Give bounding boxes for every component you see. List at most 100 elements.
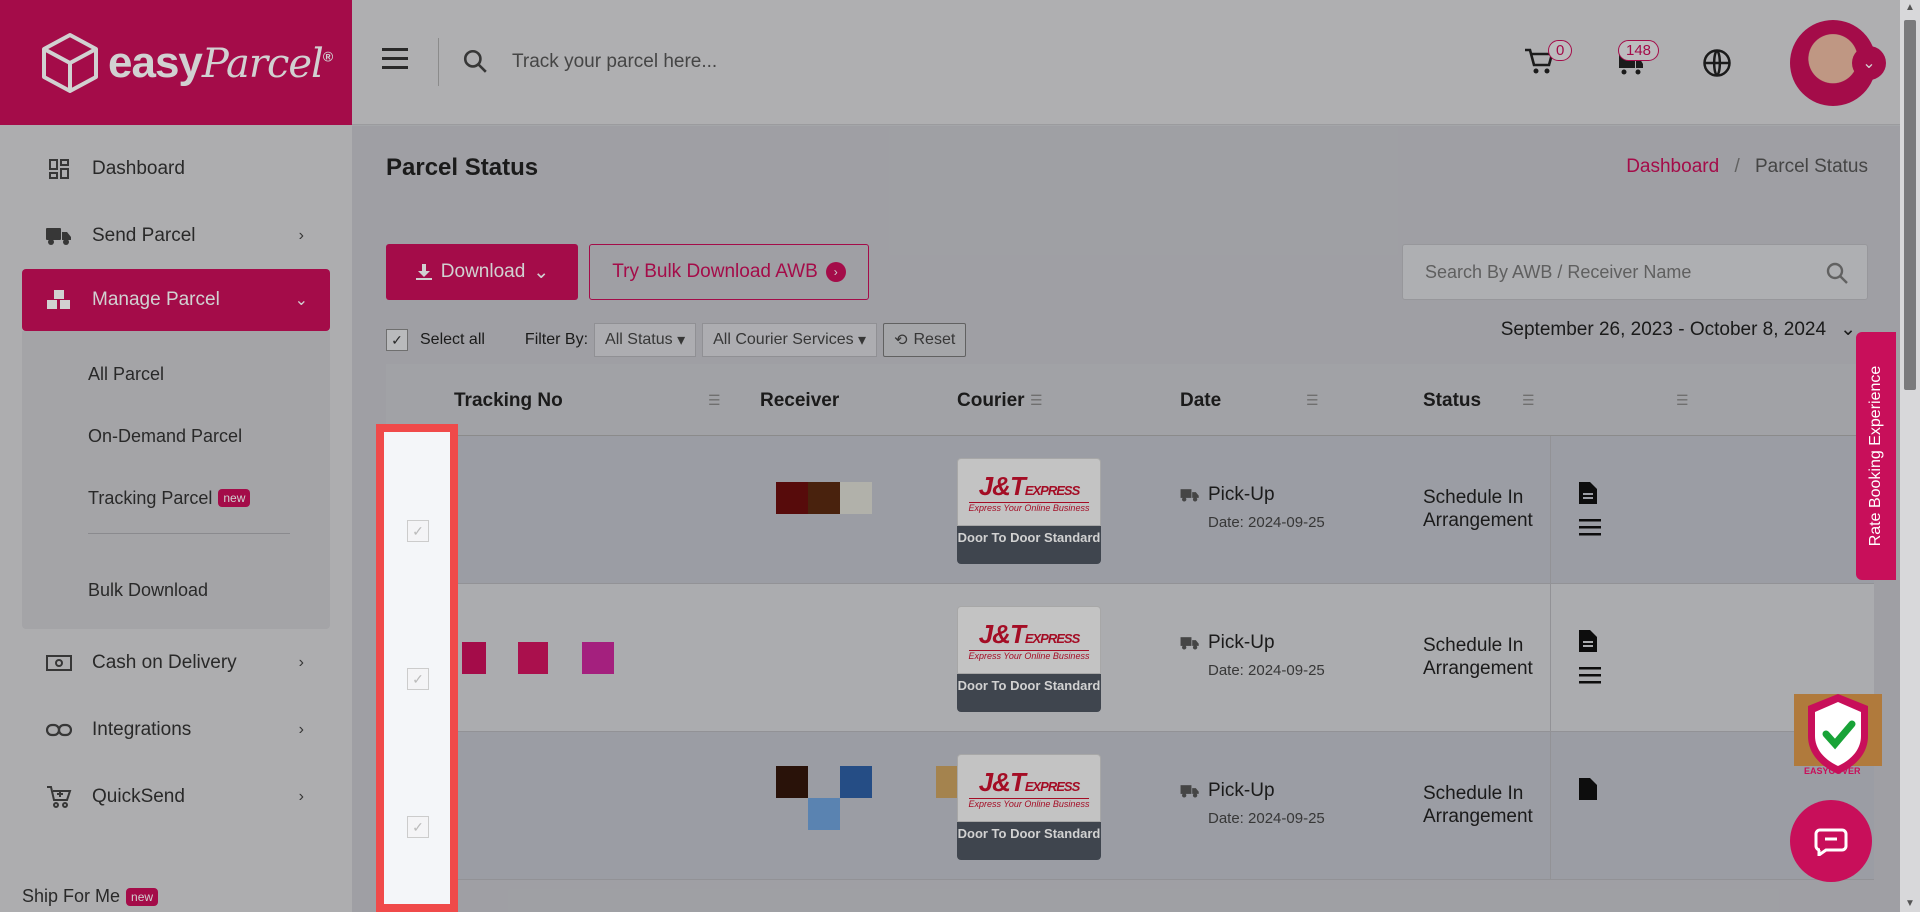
select-all-checkbox[interactable]: ✓ xyxy=(386,329,408,351)
page-scrollbar[interactable]: ▲ ▼ xyxy=(1900,0,1920,912)
sidebar-item-ship-for-me[interactable]: Ship For Me new xyxy=(22,886,159,907)
receiver-redacted xyxy=(840,766,872,798)
sidebar-item-label: QuickSend xyxy=(92,785,185,807)
rate-booking-label: Rate Booking Experience xyxy=(1867,365,1884,547)
sidebar-item-manage-parcel[interactable]: Manage Parcel ⌄ xyxy=(22,269,330,331)
column-header-receiver[interactable]: Receiver xyxy=(760,390,839,412)
parcel-table: Tracking No ☰ Receiver ☰ Courier ☰ Date … xyxy=(386,364,1874,880)
submenu-item-on-demand-parcel[interactable]: On-Demand Parcel xyxy=(22,405,330,467)
sidebar: easyParcel® Dashboard Send Parcel › Mana… xyxy=(0,0,352,912)
easycover-label: EASYCOVER xyxy=(1804,766,1861,776)
cart-plus-icon xyxy=(46,784,72,810)
submenu-divider xyxy=(88,533,290,555)
receiver-redacted xyxy=(776,766,808,798)
table-row[interactable]: J&TEXPRESS Express Your Online Business D… xyxy=(386,732,1874,880)
cash-icon xyxy=(46,650,72,676)
column-header-date[interactable]: Date xyxy=(1180,390,1221,412)
chevron-down-icon: ⌄ xyxy=(1840,319,1856,340)
status-filter-value: All Status xyxy=(605,331,673,348)
scroll-down-arrow-icon[interactable]: ▼ xyxy=(1905,898,1915,909)
globe-icon[interactable] xyxy=(1702,48,1732,78)
sidebar-item-quicksend[interactable]: QuickSend › xyxy=(0,763,352,830)
status-cell: Schedule In Arrangement xyxy=(1423,783,1533,827)
table-row[interactable]: J&TEXPRESS Express Your Online Business D… xyxy=(386,436,1874,584)
sort-icon[interactable]: ☰ xyxy=(1522,392,1535,409)
submenu-item-all-parcel[interactable]: All Parcel xyxy=(22,343,330,405)
search-icon[interactable] xyxy=(1825,261,1849,285)
sidebar-item-label: Send Parcel xyxy=(92,224,196,246)
manage-parcel-submenu: All Parcel On-Demand Parcel Tracking Par… xyxy=(22,331,330,629)
awb-search-box xyxy=(1402,244,1868,300)
date-cell: Pick-Up Date: 2024-09-25 xyxy=(1180,632,1325,679)
submenu-label: On-Demand Parcel xyxy=(88,425,243,446)
download-button[interactable]: Download ⌄ xyxy=(386,244,578,300)
brand-name: easyParcel® xyxy=(108,37,333,87)
column-header-status[interactable]: Status xyxy=(1423,390,1481,412)
date-range-picker[interactable]: September 26, 2023 - October 8, 2024 ⌄ xyxy=(1501,318,1856,341)
courier-badge: J&TEXPRESS Express Your Online Business D… xyxy=(957,606,1101,712)
courier-service: Door To Door Standard xyxy=(957,526,1101,564)
chevron-down-icon[interactable]: ⌄ xyxy=(1852,46,1886,80)
reset-button[interactable]: ⟲ Reset xyxy=(883,323,967,357)
rate-booking-experience-tab[interactable]: Rate Booking Experience xyxy=(1856,332,1896,580)
submenu-item-tracking-parcel[interactable]: Tracking Parcel new xyxy=(22,467,330,529)
cart-count-badge: 0 xyxy=(1548,40,1573,61)
sidebar-item-label: Cash on Delivery xyxy=(92,651,237,673)
table-header: Tracking No ☰ Receiver ☰ Courier ☰ Date … xyxy=(386,364,1874,436)
courier-service: Door To Door Standard xyxy=(957,674,1101,712)
column-header-tracking[interactable]: Tracking No xyxy=(454,390,563,412)
status-filter-select[interactable]: All Status ▾ xyxy=(594,323,697,357)
sidebar-item-cash-on-delivery[interactable]: Cash on Delivery › xyxy=(0,629,352,696)
easycover-badge[interactable]: EASYCOVER xyxy=(1790,688,1886,784)
breadcrumb-dashboard-link[interactable]: Dashboard xyxy=(1626,156,1719,177)
courier-filter-select[interactable]: All Courier Services ▾ xyxy=(702,323,878,357)
scrollbar-thumb[interactable] xyxy=(1904,20,1916,390)
chevron-down-icon: ⌄ xyxy=(533,261,550,283)
submenu-item-bulk-download[interactable]: Bulk Download xyxy=(22,559,330,621)
notification-count-badge: 148 xyxy=(1618,40,1660,61)
document-icon[interactable] xyxy=(1579,630,1597,652)
chat-button[interactable] xyxy=(1790,800,1872,882)
receiver-redacted xyxy=(840,482,872,514)
row-checkbox[interactable]: ✓ xyxy=(407,668,429,690)
truck-icon xyxy=(1180,785,1199,798)
track-parcel-input[interactable] xyxy=(512,42,1012,82)
hamburger-menu-icon[interactable] xyxy=(382,48,408,69)
row-actions xyxy=(1550,732,1630,879)
tracking-redacted xyxy=(582,642,614,674)
breadcrumb: Dashboard / Parcel Status xyxy=(1626,156,1868,178)
sort-icon[interactable]: ☰ xyxy=(1030,392,1043,409)
receiver-redacted xyxy=(808,798,840,830)
sort-icon[interactable]: ☰ xyxy=(708,392,721,409)
chevron-down-icon: ⌄ xyxy=(294,292,308,309)
menu-icon[interactable] xyxy=(1579,666,1601,684)
table-row[interactable]: J&TEXPRESS Express Your Online Business D… xyxy=(386,584,1874,732)
document-icon[interactable] xyxy=(1579,778,1597,800)
new-badge: new xyxy=(126,887,159,906)
sidebar-item-send-parcel[interactable]: Send Parcel › xyxy=(0,202,352,269)
pickup-date: Date: 2024-09-25 xyxy=(1208,514,1325,531)
tracking-redacted xyxy=(462,642,486,674)
courier-logo: J&TEXPRESS Express Your Online Business xyxy=(957,606,1101,674)
bulk-download-awb-button[interactable]: Try Bulk Download AWB › xyxy=(589,244,869,300)
sort-icon[interactable]: ☰ xyxy=(1676,392,1689,409)
sidebar-item-integrations[interactable]: Integrations › xyxy=(0,696,352,763)
courier-logo: J&TEXPRESS Express Your Online Business xyxy=(957,754,1101,822)
pickup-date: Date: 2024-09-25 xyxy=(1208,810,1325,827)
column-header-courier[interactable]: Courier xyxy=(957,390,1025,412)
sidebar-item-label: Dashboard xyxy=(92,157,185,179)
chevron-right-icon: › xyxy=(298,787,304,805)
awb-search-input[interactable] xyxy=(1403,245,1867,299)
sort-icon[interactable]: ☰ xyxy=(1306,392,1319,409)
menu-icon[interactable] xyxy=(1579,518,1601,536)
row-checkbox[interactable]: ✓ xyxy=(407,520,429,542)
brand-logo[interactable]: easyParcel® xyxy=(0,0,352,125)
cube-logo-icon xyxy=(42,32,98,93)
sidebar-item-dashboard[interactable]: Dashboard xyxy=(0,135,352,202)
search-icon xyxy=(463,49,487,73)
link-icon xyxy=(46,717,72,743)
date-cell: Pick-Up Date: 2024-09-25 xyxy=(1180,484,1325,531)
document-icon[interactable] xyxy=(1579,482,1597,504)
scroll-up-arrow-icon[interactable]: ▲ xyxy=(1905,2,1915,13)
row-checkbox[interactable]: ✓ xyxy=(407,816,429,838)
